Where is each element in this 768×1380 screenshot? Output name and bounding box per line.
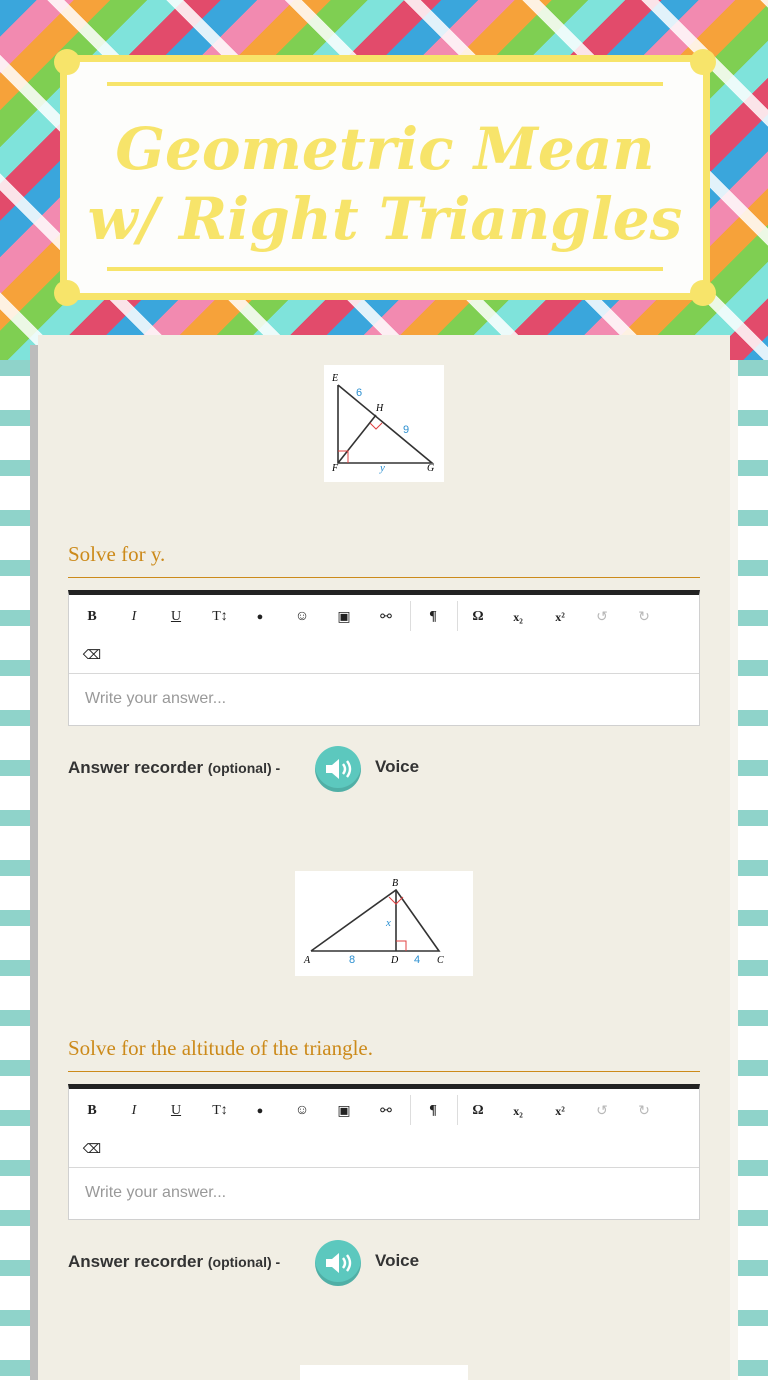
- header-rule-top: [107, 82, 663, 86]
- fig1-label-y: y: [379, 462, 385, 474]
- fig1-label-9: 9: [403, 424, 409, 436]
- recorder-optional: (optional) -: [207, 760, 281, 776]
- omega-icon[interactable]: Ω: [464, 603, 492, 631]
- voice-label: Voice: [375, 1251, 420, 1270]
- triangle-figure-2: B x A 8 D 4 C: [295, 871, 473, 976]
- toolbar-divider: [457, 601, 458, 631]
- fig1-label-e: E: [331, 373, 338, 384]
- question-2-prompt: Solve for the altitude of the triangle.: [68, 1036, 700, 1072]
- emoji-icon[interactable]: ☺: [288, 1097, 316, 1125]
- fig2-label-x: x: [385, 917, 391, 929]
- recorder-optional: (optional) -: [207, 1254, 281, 1270]
- color-icon[interactable]: ●: [246, 603, 274, 631]
- italic-button[interactable]: I: [120, 1097, 148, 1125]
- header-corner: [690, 49, 716, 75]
- fig1-label-6: 6: [356, 387, 362, 399]
- toolbar-divider: [457, 1095, 458, 1125]
- voice-label: Voice: [375, 757, 420, 776]
- fig1-label-h: H: [375, 403, 384, 414]
- editor-toolbar: B I U T↕ ● ☺ ▣ ⚯ ¶ Ω x₂ x² ↺ ↻ ⌫: [69, 595, 699, 674]
- question-1-prompt: Solve for y.: [68, 542, 700, 578]
- text-size-button[interactable]: T↕: [206, 1097, 234, 1125]
- fig2-label-4: 4: [414, 954, 420, 966]
- answer-recorder-label: Answer recorder (optional) -: [68, 758, 280, 778]
- header-corner: [54, 280, 80, 306]
- answer-recorder-label: Answer recorder (optional) -: [68, 1252, 280, 1272]
- link-icon[interactable]: ⚯: [372, 603, 400, 631]
- recorder-label: Answer recorder: [68, 1252, 204, 1271]
- worksheet-header: Geometric Mean w/ Right Triangles: [54, 49, 716, 306]
- text-size-button[interactable]: T↕: [206, 603, 234, 631]
- superscript-button[interactable]: x²: [546, 1097, 574, 1125]
- redo-icon[interactable]: ↻: [630, 1097, 658, 1125]
- italic-button[interactable]: I: [120, 603, 148, 631]
- left-border-stripe: [30, 345, 38, 1380]
- fig1-label-g: G: [427, 463, 434, 474]
- toolbar-divider: [410, 601, 411, 631]
- header-corner: [690, 280, 716, 306]
- left-triangle-pattern: [0, 360, 30, 1380]
- triangle-figure-3: [300, 1365, 468, 1380]
- fig2-label-8: 8: [349, 954, 355, 966]
- fig2-label-a: A: [303, 955, 311, 966]
- speaker-icon: [326, 1253, 352, 1273]
- fig2-label-d: D: [390, 955, 399, 966]
- worksheet-card: [38, 335, 730, 1380]
- eraser-icon[interactable]: ⌫: [78, 1135, 106, 1163]
- right-triangle-pattern: [738, 360, 768, 1380]
- link-icon[interactable]: ⚯: [372, 1097, 400, 1125]
- answer-input[interactable]: Write your answer...: [69, 674, 699, 726]
- fig1-label-f: F: [331, 463, 339, 474]
- image-icon[interactable]: ▣: [330, 1097, 358, 1125]
- image-icon[interactable]: ▣: [330, 603, 358, 631]
- superscript-button[interactable]: x²: [546, 603, 574, 631]
- answer-editor-1[interactable]: B I U T↕ ● ☺ ▣ ⚯ ¶ Ω x₂ x² ↺ ↻ ⌫ Write y…: [68, 590, 700, 726]
- page-title: Geometric Mean w/ Right Triangles: [87, 115, 683, 253]
- eraser-icon[interactable]: ⌫: [78, 641, 106, 669]
- speaker-icon: [326, 759, 352, 779]
- answer-input[interactable]: Write your answer...: [69, 1168, 699, 1220]
- answer-editor-2[interactable]: B I U T↕ ● ☺ ▣ ⚯ ¶ Ω x₂ x² ↺ ↻ ⌫ Write y…: [68, 1084, 700, 1220]
- paragraph-icon[interactable]: ¶: [419, 603, 447, 631]
- underline-button[interactable]: U: [162, 1097, 190, 1125]
- triangle-figure-1: E 6 H 9 F y G: [324, 365, 444, 482]
- toolbar-divider: [410, 1095, 411, 1125]
- paragraph-icon[interactable]: ¶: [419, 1097, 447, 1125]
- fig2-label-b: B: [392, 878, 398, 889]
- color-icon[interactable]: ●: [246, 1097, 274, 1125]
- undo-icon[interactable]: ↺: [588, 1097, 616, 1125]
- emoji-icon[interactable]: ☺: [288, 603, 316, 631]
- header-corner: [54, 49, 80, 75]
- bold-button[interactable]: B: [78, 1097, 106, 1125]
- subscript-button[interactable]: x₂: [504, 1097, 532, 1125]
- subscript-button[interactable]: x₂: [504, 603, 532, 631]
- omega-icon[interactable]: Ω: [464, 1097, 492, 1125]
- record-audio-button[interactable]: [315, 746, 361, 792]
- recorder-label: Answer recorder: [68, 758, 204, 777]
- fig2-label-c: C: [437, 955, 444, 966]
- record-audio-button[interactable]: [315, 1240, 361, 1286]
- header-rule-bottom: [107, 267, 663, 271]
- redo-icon[interactable]: ↻: [630, 603, 658, 631]
- bold-button[interactable]: B: [78, 603, 106, 631]
- underline-button[interactable]: U: [162, 603, 190, 631]
- undo-icon[interactable]: ↺: [588, 603, 616, 631]
- editor-toolbar: B I U T↕ ● ☺ ▣ ⚯ ¶ Ω x₂ x² ↺ ↻ ⌫: [69, 1089, 699, 1168]
